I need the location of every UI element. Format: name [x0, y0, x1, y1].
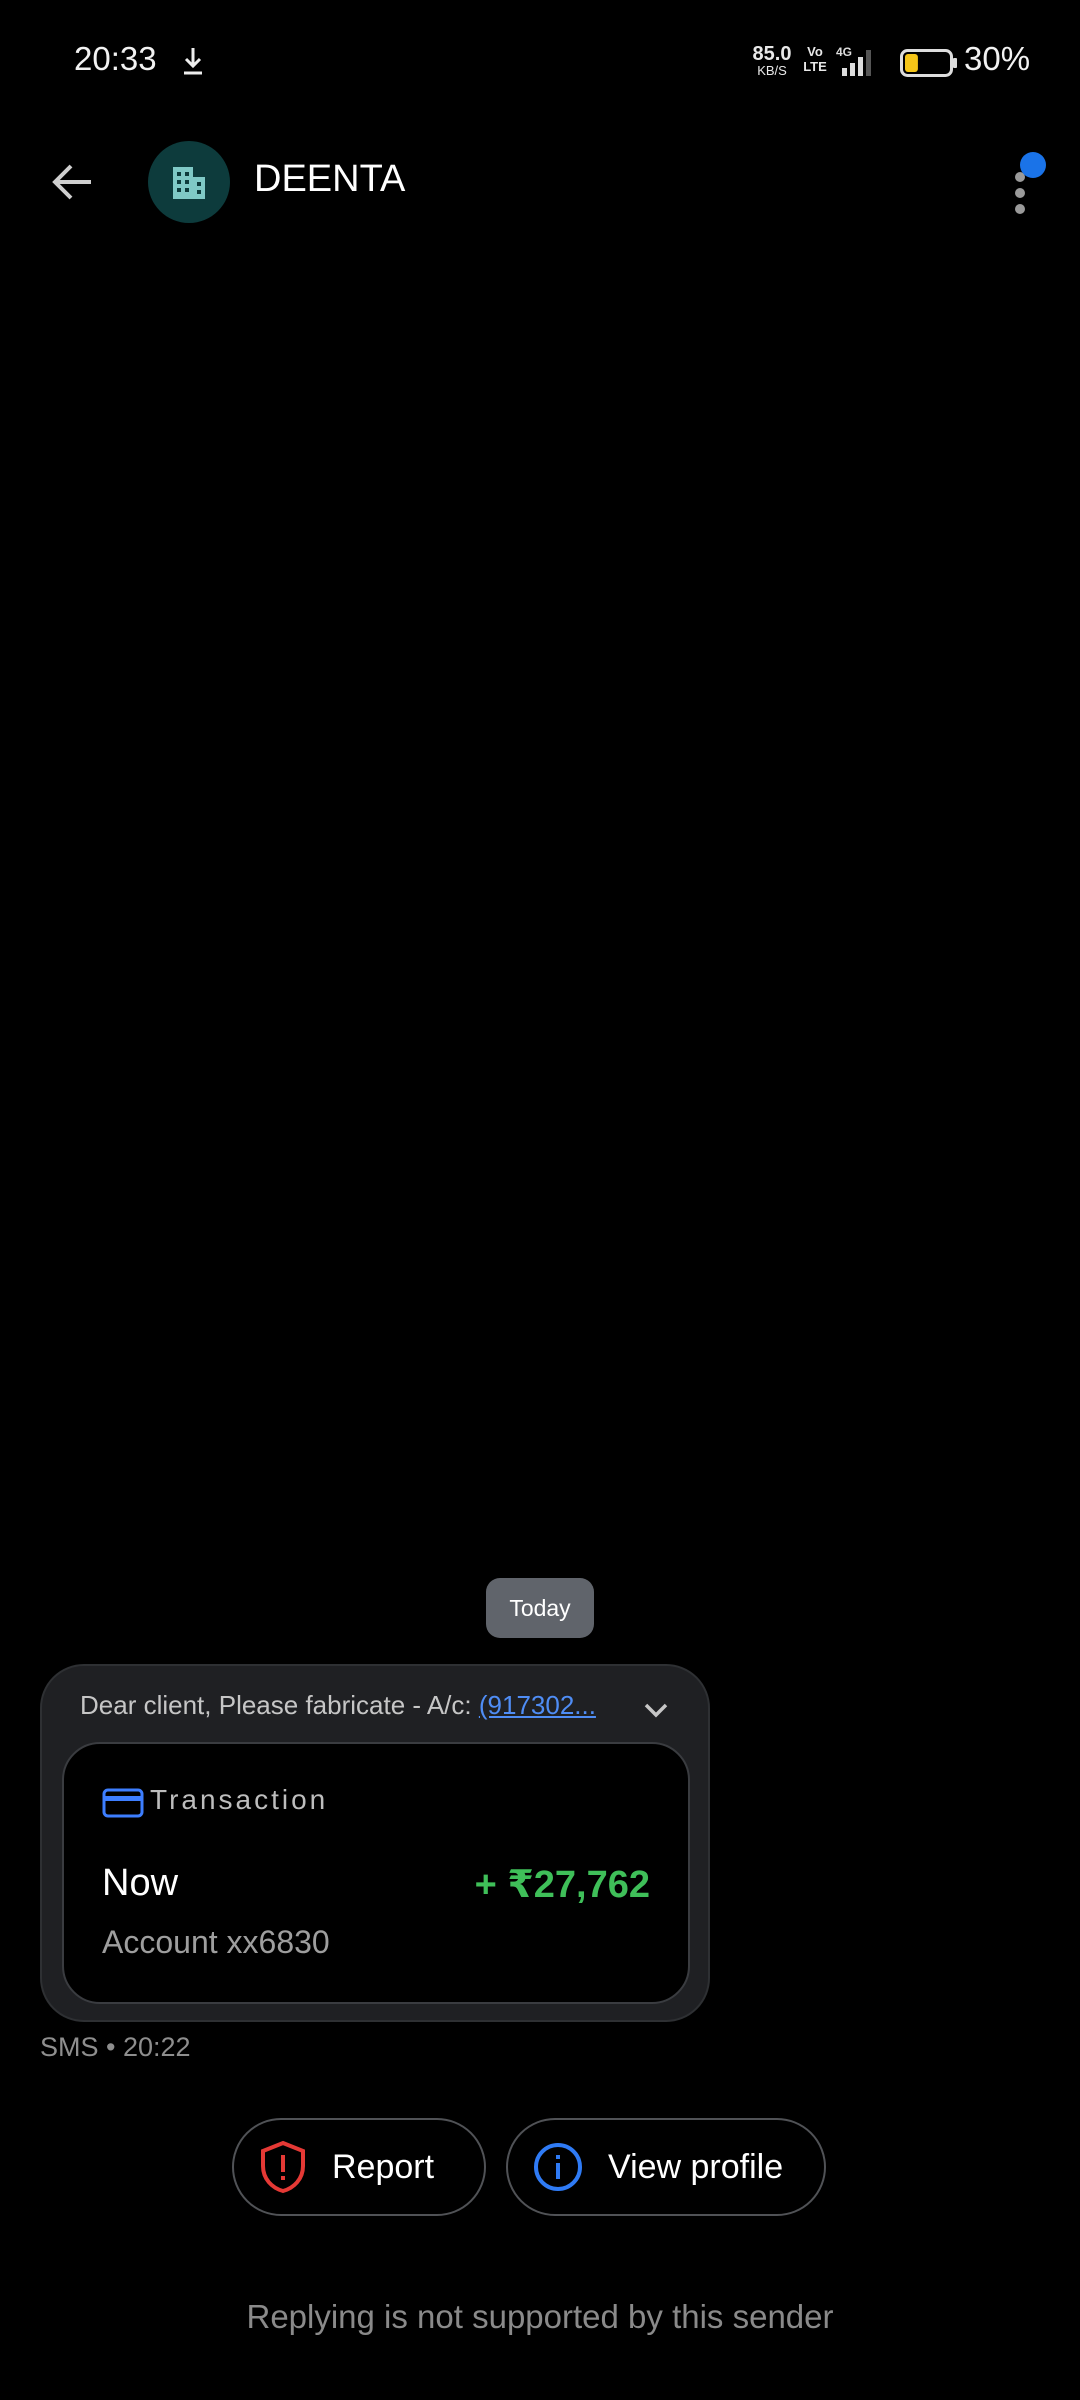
network-speed: 85.0 KB/S [748, 44, 796, 77]
network-type-label: 4G [836, 45, 852, 59]
battery-icon [900, 49, 957, 77]
date-chip: Today [486, 1578, 594, 1638]
transaction-time: Now [102, 1862, 179, 1904]
reply-not-supported-notice: Replying is not supported by this sender [246, 2298, 834, 2335]
kebab-dot [1015, 188, 1025, 198]
report-button[interactable]: Report [232, 2118, 486, 2216]
view-profile-button[interactable]: View profile [506, 2118, 826, 2216]
signal-icon: 4G [836, 45, 871, 76]
sender-avatar[interactable] [148, 141, 230, 223]
message-link[interactable]: (917302... [479, 1690, 596, 1720]
expand-message-button[interactable] [634, 1688, 678, 1732]
battery-percent: 30% [964, 40, 1031, 77]
notification-dot [1020, 152, 1046, 178]
back-button[interactable] [30, 140, 114, 224]
shield-alert-icon [261, 2140, 305, 2194]
transaction-amount: + ₹27,762 [474, 1864, 650, 1906]
info-icon [534, 2143, 582, 2191]
arrow-back-icon [52, 164, 91, 200]
transaction-card[interactable]: Transaction Now + ₹27,762 Account xx6830 [62, 1742, 690, 2004]
network-speed-value: 85.0 [752, 43, 792, 65]
message-preview-text: Dear client, Please fabricate - A/c: [80, 1690, 479, 1720]
network-speed-unit: KB/S [757, 63, 787, 78]
view-profile-label: View profile [608, 2147, 784, 2186]
volte-indicator: Vo LTE [802, 44, 828, 74]
report-label: Report [332, 2147, 435, 2186]
status-time: 20:33 [74, 40, 157, 77]
message-preview: Dear client, Please fabricate - A/c: (91… [80, 1690, 620, 1721]
volte-top: Vo [807, 44, 823, 59]
transaction-account: Account xx6830 [102, 1924, 330, 1960]
building-icon [173, 167, 205, 199]
sender-name: DEENTA [254, 158, 406, 200]
transaction-title: Transaction [150, 1784, 329, 1815]
message-card[interactable]: Dear client, Please fabricate - A/c: (91… [40, 1664, 710, 2022]
volte-bottom: LTE [803, 59, 827, 74]
chevron-down-icon [644, 1703, 668, 1718]
more-options-button[interactable] [990, 150, 1050, 220]
message-meta: SMS • 20:22 [40, 2032, 191, 2062]
kebab-dot [1015, 204, 1025, 214]
download-icon [184, 48, 202, 75]
credit-card-icon [102, 1788, 144, 1818]
